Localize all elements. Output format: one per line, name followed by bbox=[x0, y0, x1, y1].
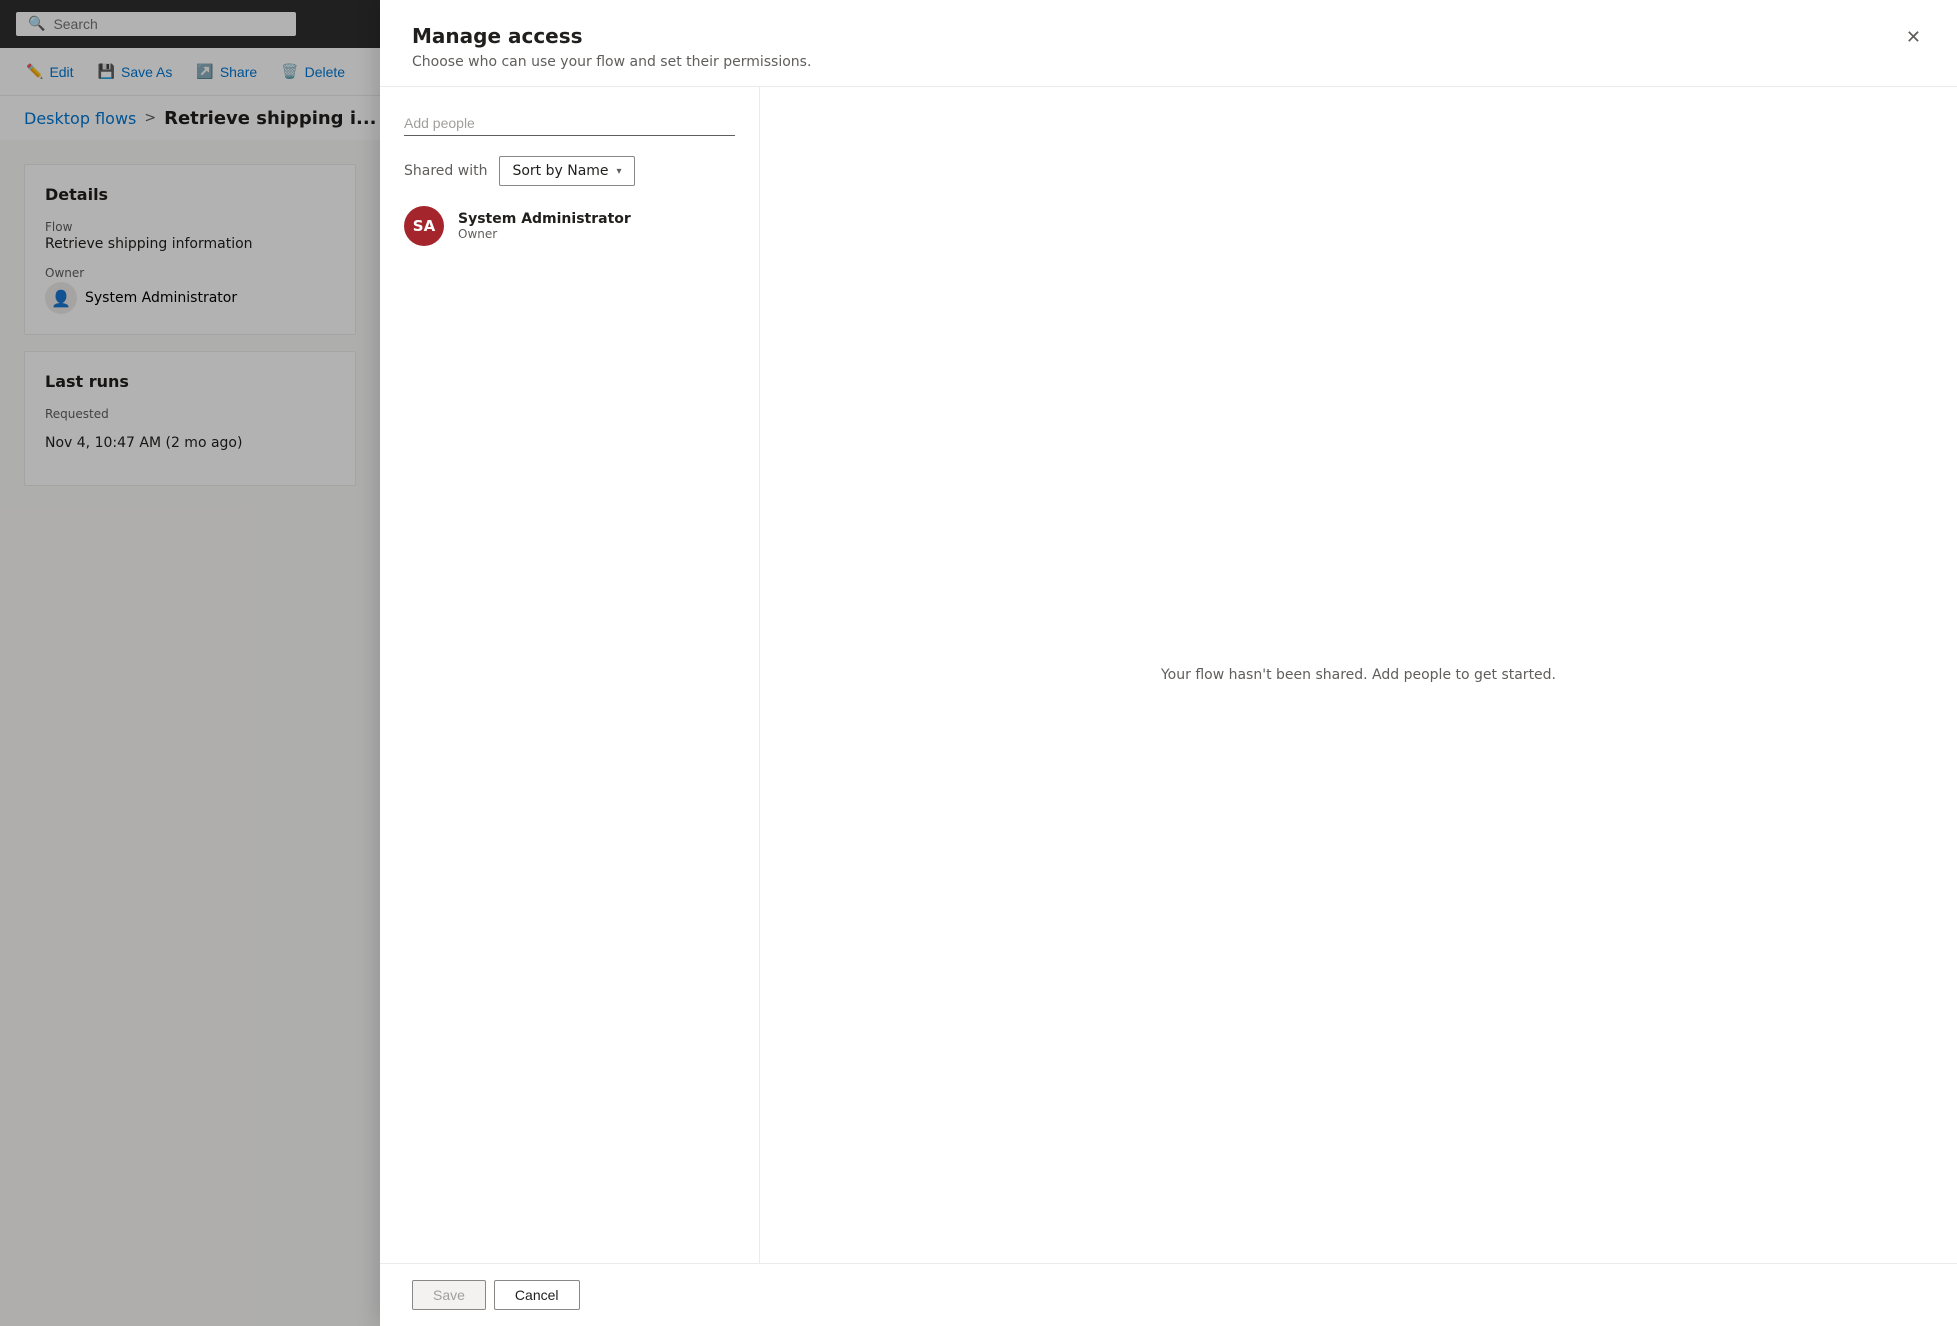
user-name: System Administrator bbox=[458, 211, 631, 227]
shared-with-row: Shared with Sort by Name ▾ bbox=[404, 156, 735, 186]
sort-dropdown[interactable]: Sort by Name ▾ bbox=[499, 156, 634, 186]
add-people-input[interactable] bbox=[404, 111, 735, 136]
user-info: System Administrator Owner bbox=[458, 211, 631, 241]
user-role: Owner bbox=[458, 227, 631, 241]
modal-subtitle: Choose who can use your flow and set the… bbox=[412, 54, 811, 70]
modal-title: Manage access bbox=[412, 24, 811, 48]
modal-save-button[interactable]: Save bbox=[412, 1280, 486, 1310]
sort-dropdown-label: Sort by Name bbox=[512, 163, 608, 179]
modal-footer: Save Cancel bbox=[380, 1263, 1957, 1326]
modal-body: Shared with Sort by Name ▾ SA System Adm… bbox=[380, 87, 1957, 1263]
manage-access-modal: Manage access Choose who can use your fl… bbox=[380, 0, 1957, 1326]
shared-with-label: Shared with bbox=[404, 163, 487, 179]
modal-cancel-button[interactable]: Cancel bbox=[494, 1280, 580, 1310]
user-avatar: SA bbox=[404, 206, 444, 246]
chevron-down-icon: ▾ bbox=[617, 166, 622, 177]
modal-close-button[interactable]: ✕ bbox=[1902, 24, 1925, 50]
modal-left-panel: Shared with Sort by Name ▾ SA System Adm… bbox=[380, 87, 760, 1263]
user-row: SA System Administrator Owner bbox=[404, 206, 735, 246]
empty-state-text: Your flow hasn't been shared. Add people… bbox=[1161, 667, 1556, 683]
modal-header-text: Manage access Choose who can use your fl… bbox=[412, 24, 811, 70]
modal-right-panel: Your flow hasn't been shared. Add people… bbox=[760, 87, 1957, 1263]
modal-header: Manage access Choose who can use your fl… bbox=[380, 0, 1957, 87]
